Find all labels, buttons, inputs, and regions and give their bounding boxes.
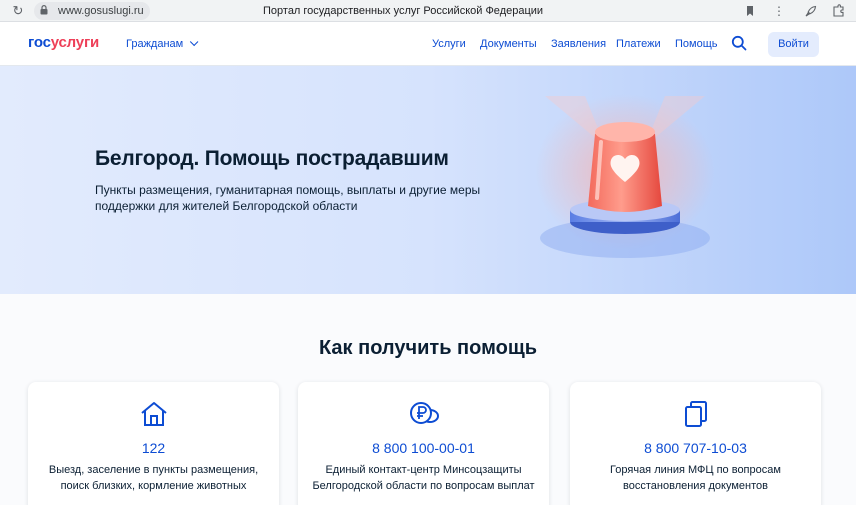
documents-icon [685,401,707,427]
help-card-mfc[interactable]: 8 800 707-10-03 Горячая линия МФЦ по воп… [570,382,821,505]
house-icon [141,402,167,426]
nav-applications[interactable]: Заявления [551,37,606,51]
lock-icon [40,5,48,15]
site-header: госуслуги Гражданам Услуги Документы Зая… [0,22,856,66]
more-menu-icon[interactable]: ⋮ [771,3,787,19]
browser-bar: ↻ www.gosuslugi.ru Портал государственны… [0,0,856,22]
nav-payments[interactable]: Платежи [616,37,661,51]
help-title: Как получить помощь [318,337,537,359]
extensions-icon[interactable] [831,3,847,19]
card-text: Выезд, заселение в пункты размещения, по… [48,464,259,492]
window-title: Портал государственных услуг Российской … [263,5,544,17]
card-phone[interactable]: 122 [28,439,279,457]
chevron-down-icon [190,37,199,47]
region-label: Гражданам [126,38,184,50]
hero-banner: Белгород. Помощь пострадавшим Пункты раз… [0,66,856,294]
ruble-coin-icon [410,402,439,424]
hero-title: Белгород. Помощь пострадавшим [95,147,449,170]
bookmark-icon[interactable] [742,3,758,19]
nav-services[interactable]: Услуги [432,37,466,51]
help-card-minsoc[interactable]: 8 800 100-00-01 Единый контакт-центр Мин… [298,382,549,505]
help-card-122[interactable]: 122 Выезд, заселение в пункты размещения… [28,382,279,505]
gosuslugi-logo[interactable]: госуслуги [28,34,99,52]
region-dropdown[interactable]: Гражданам [126,37,199,51]
reload-icon[interactable]: ↻ [10,3,26,19]
card-text: Горячая линия МФЦ по вопросам восстановл… [610,464,781,492]
rocket-icon[interactable] [803,3,819,19]
card-phone[interactable]: 8 800 100-00-01 [298,439,549,457]
url-text: www.gosuslugi.ru [58,5,144,17]
search-icon[interactable] [731,35,747,51]
siren-illustration [535,94,715,258]
nav-documents[interactable]: Документы [480,37,537,51]
card-text: Единый контакт-центр Минсоцзащиты Белгор… [312,464,535,492]
card-phone[interactable]: 8 800 707-10-03 [570,439,821,457]
login-button[interactable]: Войти [768,32,819,57]
hero-description: Пункты размещения, гуманитарная помощь, … [95,183,481,213]
nav-help[interactable]: Помощь [675,37,718,51]
